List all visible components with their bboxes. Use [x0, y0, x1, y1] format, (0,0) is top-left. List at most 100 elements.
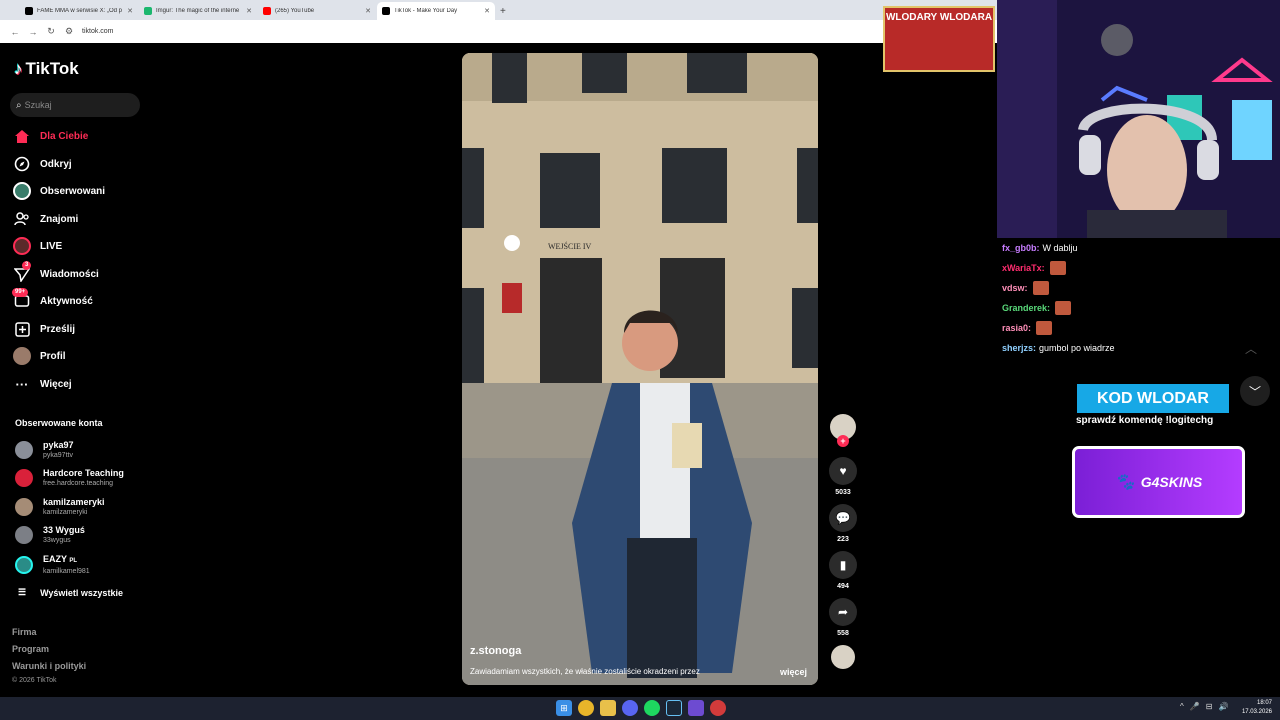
windows-start-icon[interactable]: ⊞ [556, 700, 572, 716]
system-tray: ^ 🎤 ⊟ 🔊 [1180, 702, 1234, 711]
list-icon: ☰ [18, 587, 27, 597]
upload-icon [12, 320, 32, 338]
close-icon[interactable]: ✕ [365, 7, 371, 15]
share-icon: ➦ [837, 605, 849, 619]
tiktok-note-icon: ♪ [14, 59, 23, 78]
follow-plus-icon[interactable]: + [837, 435, 849, 447]
wlodary-banner: WLODARY WLODARA [883, 6, 995, 72]
forward-icon[interactable]: → [24, 27, 42, 37]
tab-fame-mma[interactable]: FAME MMA w serwisie X: „Od p ✕ [20, 2, 138, 20]
emote-icon [1049, 261, 1066, 275]
like-count: 5033 [835, 489, 851, 496]
close-icon[interactable]: ✕ [484, 7, 490, 15]
chrome-icon[interactable] [578, 700, 594, 716]
followed-account[interactable]: EAZY PL kamilkamel981 [15, 554, 90, 576]
show-all-link[interactable]: ☰ Wyświetl wszystkie [18, 587, 123, 598]
sidebar-item-profile[interactable]: Profil [12, 345, 66, 367]
emote-icon [1055, 301, 1072, 315]
reload-icon[interactable]: ↻ [42, 26, 60, 37]
country-badge: PL [69, 558, 78, 564]
address-bar: ← → ↻ ⚙ tiktok.com [0, 20, 1000, 43]
sidebar-item-more[interactable]: ··· Więcej [12, 373, 72, 395]
tab-imgur[interactable]: Imgur: The magic of the interne ✕ [139, 2, 257, 20]
footer-link-terms[interactable]: Warunki i polityki [12, 661, 86, 671]
bookmark-icon: ▮ [839, 558, 847, 572]
close-icon[interactable]: ✕ [127, 7, 133, 15]
search-input[interactable]: ⌕ Szukaj [10, 93, 140, 117]
avatar [15, 441, 33, 459]
steam-icon[interactable] [666, 700, 682, 716]
tab-tiktok[interactable]: TikTok - Make Your Day ✕ [377, 2, 495, 20]
tiktok-logo[interactable]: ♪ TikTok [14, 59, 79, 79]
sidebar-item-explore[interactable]: Odkryj [12, 153, 72, 175]
sidebar-item-messages[interactable]: 3 Wiadomości [12, 261, 99, 285]
followed-account[interactable]: 33 Wyguś 33wygus [15, 525, 85, 545]
following-accounts-title: Obserwowane konta [15, 418, 103, 428]
video-frame: WEJŚCIE IV [462, 53, 818, 685]
promo-code-label: KOD WLODAR [1077, 384, 1229, 413]
avatar [15, 498, 33, 516]
share-count: 558 [837, 630, 849, 637]
chevron-up-icon: ︿ [1245, 342, 1258, 356]
activity-badge: 99+ [12, 288, 29, 297]
emote-icon [1032, 281, 1049, 295]
search-icon: ⌕ [16, 99, 22, 111]
close-icon[interactable]: ✕ [246, 7, 252, 15]
entrance-sign: WEJŚCIE IV [548, 241, 592, 251]
footer-link-company[interactable]: Firma [12, 627, 37, 637]
chrome-profile-icon[interactable] [710, 700, 726, 716]
volume-icon[interactable]: 🔊 [1218, 702, 1228, 711]
sidebar-item-for-you[interactable]: Dla Ciebie [12, 125, 88, 147]
back-icon[interactable]: ← [6, 27, 24, 37]
following-avatar-icon [12, 182, 32, 200]
obs-icon[interactable] [688, 700, 704, 716]
live-icon [12, 237, 32, 255]
share-button[interactable]: ➦ [829, 598, 857, 626]
chat-message: xWariaTx: [1002, 258, 1275, 278]
copyright: © 2026 TikTok [12, 677, 57, 684]
imgur-icon [144, 7, 152, 15]
sidebar-item-friends[interactable]: Znajomi [12, 208, 78, 230]
site-info-icon[interactable]: ⚙ [60, 26, 78, 37]
clock[interactable]: 18:07 17.03.2026 [1242, 699, 1272, 717]
url-text[interactable]: tiktok.com [82, 28, 114, 35]
chat-message: vdsw: [1002, 278, 1275, 298]
sidebar-item-activity[interactable]: 99+ Aktywność [12, 288, 93, 312]
network-icon[interactable]: ⊟ [1206, 702, 1213, 711]
followed-account[interactable]: kamilzameryki kamilzameryki [15, 497, 105, 517]
chat-message: Granderek: [1002, 298, 1275, 318]
footer-link-program[interactable]: Program [12, 644, 49, 654]
sidebar: ♪ TikTok ⌕ Szukaj Dla Ciebie Odkryj Obserw… [0, 43, 150, 695]
webcam-feed [997, 0, 1280, 238]
author-avatar[interactable]: + [830, 414, 856, 447]
previous-video-button[interactable]: ︿ [1245, 340, 1257, 357]
comment-button[interactable]: 💬 [829, 504, 857, 532]
next-video-button[interactable]: ﹀ [1240, 376, 1270, 406]
stream-chat: fx_gb0b: W dablju xWariaTx: vdsw: Grander… [997, 238, 1280, 353]
save-count: 494 [837, 583, 849, 590]
microphone-icon[interactable]: 🎤 [1190, 702, 1200, 711]
discord-icon[interactable] [622, 700, 638, 716]
video-author[interactable]: z.stonoga [470, 645, 521, 657]
save-button[interactable]: ▮ [829, 551, 857, 579]
send-icon: 3 [12, 261, 32, 283]
taskbar: ⊞ ^ 🎤 ⊟ 🔊 18:07 17.03.2026 [0, 697, 1280, 720]
like-button[interactable]: ♥ [829, 457, 857, 485]
sound-disc[interactable] [831, 645, 855, 669]
more-link[interactable]: więcej [780, 667, 807, 677]
x-logo-icon [25, 7, 33, 15]
g4skins-logo: 🐾 G4SKINS [1072, 446, 1245, 518]
followed-account[interactable]: Hardcore Teaching free.hardcore.teaching [15, 468, 124, 488]
video-player[interactable]: WEJŚCIE IV z.stonoga Zawiadamiam wszystk… [462, 53, 818, 685]
sidebar-item-live[interactable]: LIVE [12, 235, 62, 257]
followed-account[interactable]: pyka97 pyka97ttv [15, 440, 74, 460]
new-tab-button[interactable]: + [500, 6, 506, 17]
chevron-up-icon[interactable]: ^ [1180, 702, 1184, 711]
tab-youtube[interactable]: (265) YouTube ✕ [258, 2, 376, 20]
video-actions: + ♥ 5033 💬 223 ▮ 494 ➦ 558 [829, 414, 857, 669]
sidebar-item-upload[interactable]: Prześlij [12, 318, 75, 340]
sidebar-item-following[interactable]: Obserwowani [12, 180, 105, 202]
promo-command-text: sprawdź komendę !logitechg [1076, 415, 1214, 426]
spotify-icon[interactable] [644, 700, 660, 716]
folder-icon[interactable] [600, 700, 616, 716]
